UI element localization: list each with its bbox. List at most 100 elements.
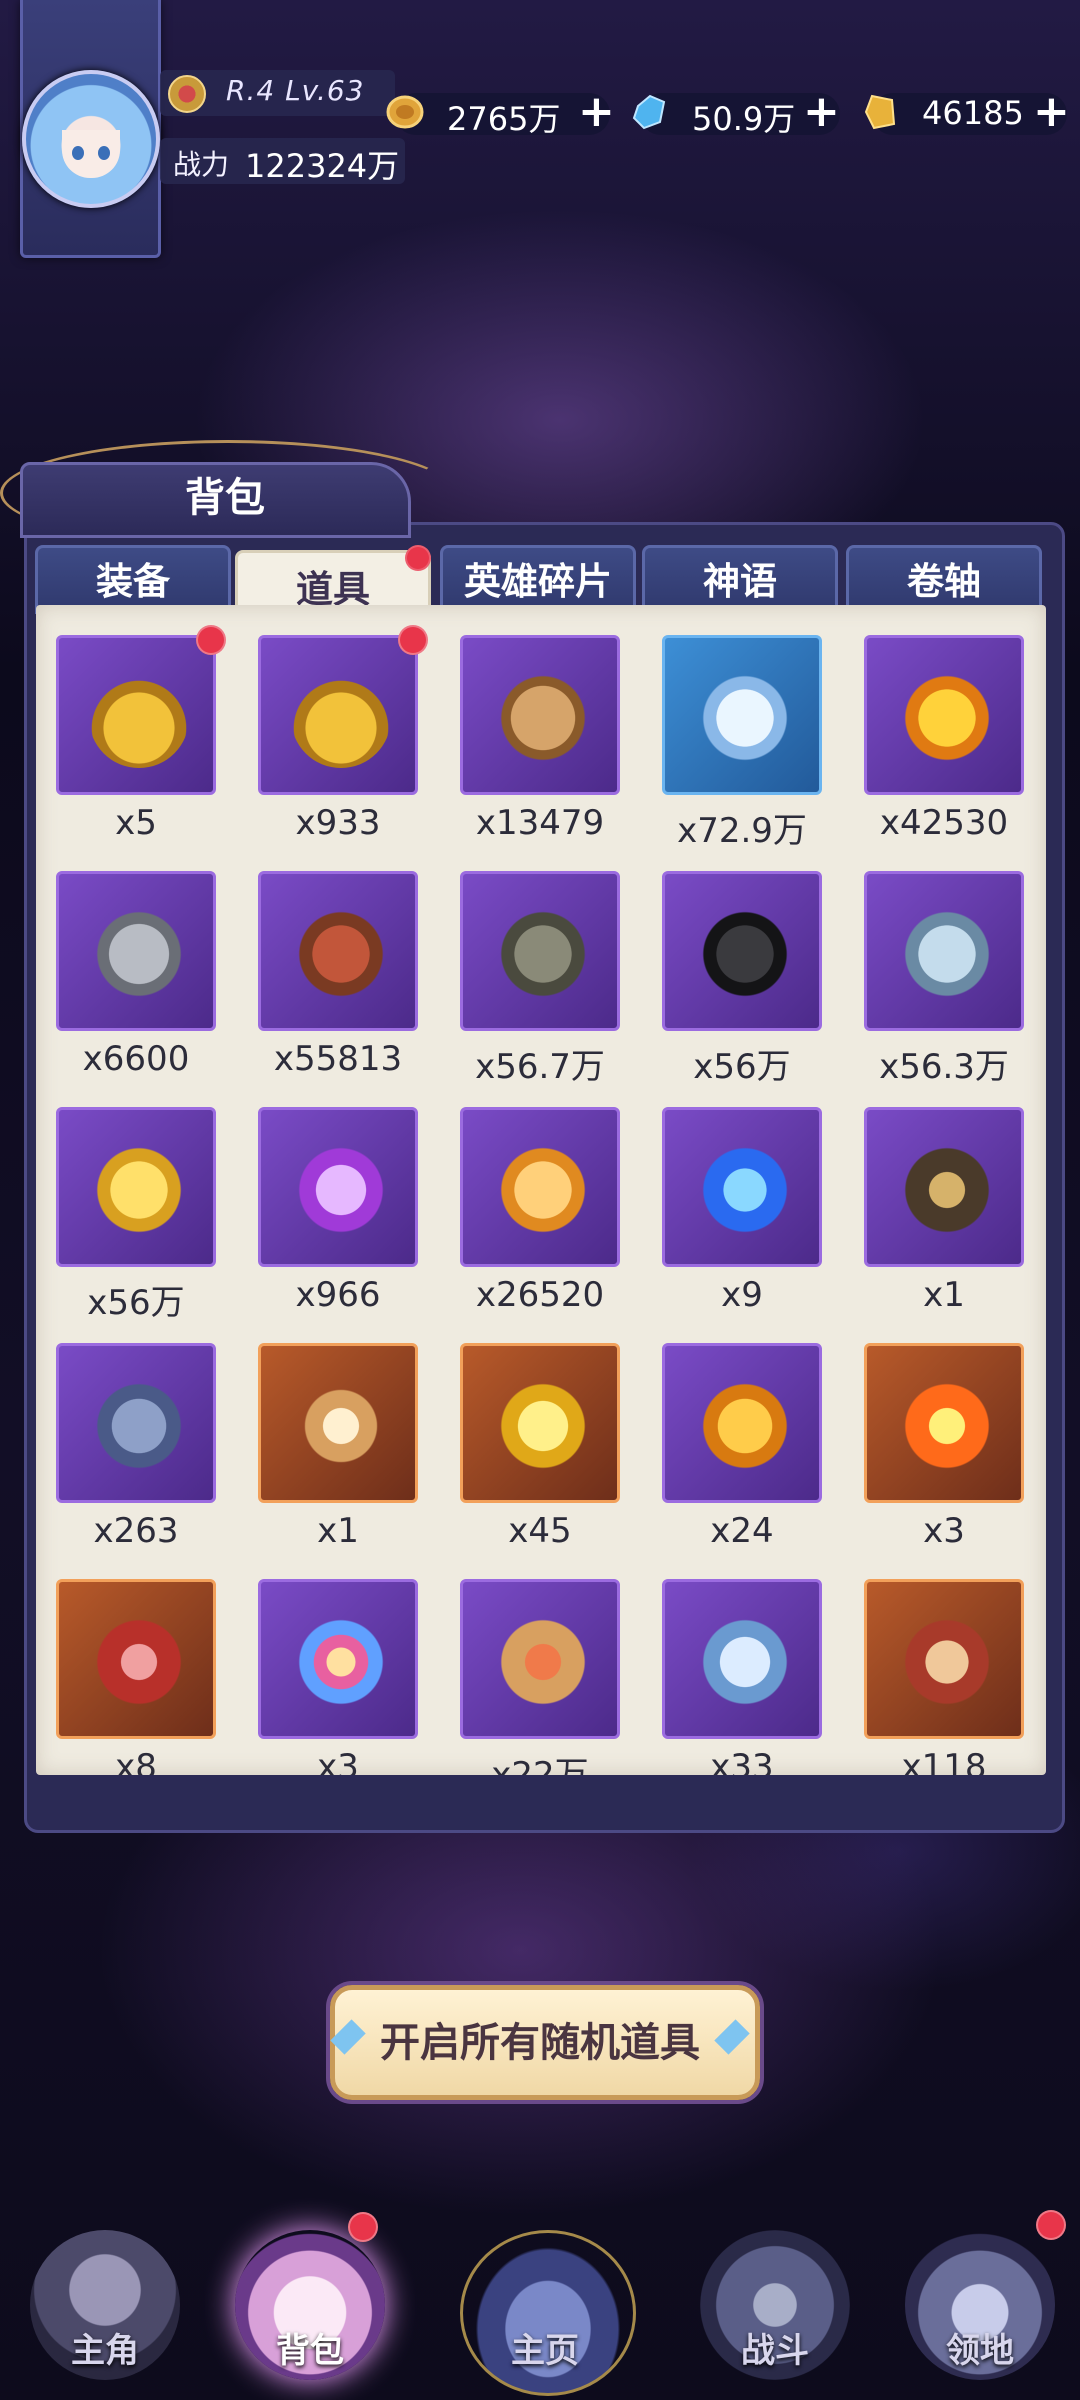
open-all-button-label[interactable]: 开启所有随机道具 [330, 2010, 750, 2068]
winged-emblem-icon [493, 1612, 593, 1712]
item-slot[interactable] [258, 1107, 418, 1267]
tab-equipment[interactable]: 装备 [35, 545, 231, 614]
nav-battle-label[interactable]: 战斗 [690, 2323, 860, 2372]
nav-home-label[interactable]: 主页 [460, 2323, 630, 2372]
item-slot[interactable] [662, 1343, 822, 1503]
item-frame [258, 1107, 418, 1267]
power-label: 战力 [173, 148, 230, 181]
item-quantity: x22万 [491, 1755, 589, 1775]
item-slot[interactable] [258, 1579, 418, 1739]
item-slot[interactable] [258, 871, 418, 1031]
item-slot[interactable] [56, 1343, 216, 1503]
item-quantity: x966 [295, 1275, 381, 1315]
tab-scrolls[interactable]: 卷轴 [846, 545, 1042, 614]
item-frame [662, 635, 822, 795]
nav-bag[interactable] [225, 2220, 395, 2400]
nav-bag-badge [348, 2212, 378, 2242]
item-frame [56, 1107, 216, 1267]
add-gem-button[interactable]: + [1033, 90, 1070, 134]
item-slot[interactable] [258, 1343, 418, 1503]
amber-crystal-icon [493, 1140, 593, 1240]
gold-nugget-icon [89, 1140, 189, 1240]
item-frame [258, 1343, 418, 1503]
avatar[interactable] [22, 70, 160, 208]
item-grid: x5 x933 x13479 x72.9万 x42530 x6600 x55813 x56.7… [36, 605, 1046, 1775]
item-quantity: x5 [115, 803, 157, 843]
copper-medal-icon [291, 904, 391, 1004]
item-quantity: x45 [508, 1511, 572, 1551]
gold-coin-icon [386, 95, 424, 129]
item-slot[interactable] [460, 1107, 620, 1267]
item-frame [864, 1107, 1024, 1267]
item-quantity: x24 [710, 1511, 774, 1551]
item-frame [460, 1343, 620, 1503]
item-slot[interactable] [56, 1107, 216, 1267]
item-slot[interactable] [864, 1107, 1024, 1267]
item-frame [864, 1343, 1024, 1503]
add-crystal-button[interactable]: + [803, 90, 840, 134]
item-quantity: x118 [901, 1747, 987, 1775]
item-quantity: x26520 [475, 1275, 605, 1315]
item-slot[interactable] [460, 871, 620, 1031]
item-quantity: x1 [317, 1511, 359, 1551]
item-slot[interactable] [56, 635, 216, 795]
item-slot[interactable] [258, 635, 418, 795]
nav-territory-label[interactable]: 领地 [895, 2323, 1065, 2372]
item-slot[interactable] [864, 871, 1024, 1031]
item-slot[interactable] [56, 871, 216, 1031]
avatar-face [62, 130, 120, 178]
item-slot[interactable] [864, 635, 1024, 795]
scepter-icon [291, 1376, 391, 1476]
nav-territory[interactable] [895, 2220, 1065, 2400]
item-frame [56, 1579, 216, 1739]
item-frame [864, 635, 1024, 795]
item-slot[interactable] [662, 635, 822, 795]
fire-icon [897, 1376, 997, 1476]
item-quantity: x42530 [879, 803, 1009, 843]
item-slot[interactable] [662, 1107, 822, 1267]
gold-gem-icon [864, 94, 896, 130]
item-slot[interactable] [662, 1579, 822, 1739]
item-frame [258, 871, 418, 1031]
item-quantity: x56万 [693, 1047, 791, 1087]
add-gold-button[interactable]: + [578, 90, 615, 134]
item-slot[interactable] [460, 1579, 620, 1739]
nav-territory-badge [1036, 2210, 1066, 2240]
gold-pile-icon [493, 1376, 593, 1476]
item-quantity: x56.3万 [879, 1047, 1009, 1087]
gem-pouch-icon [89, 668, 189, 768]
anvil-icon [89, 1376, 189, 1476]
item-slot[interactable] [864, 1579, 1024, 1739]
tab-divine-words[interactable]: 神语 [642, 545, 838, 614]
item-slot[interactable] [460, 1343, 620, 1503]
item-quantity: x8 [115, 1747, 157, 1775]
nav-home[interactable] [455, 2220, 636, 2400]
gem-value: 46185 [922, 94, 1024, 132]
item-quantity: x3 [317, 1747, 359, 1775]
tab-hero-shards[interactable]: 英雄碎片 [440, 545, 636, 614]
item-new-badge [196, 625, 226, 655]
nav-bag-label[interactable]: 背包 [225, 2323, 395, 2372]
item-slot[interactable] [864, 1343, 1024, 1503]
panel-title: 背包 [185, 474, 265, 521]
item-quantity: x263 [93, 1511, 179, 1551]
item-frame [662, 1107, 822, 1267]
red-stone-icon [89, 1612, 189, 1712]
player-level: R.4 Lv.63 [226, 74, 365, 107]
nav-hero-label[interactable]: 主角 [20, 2323, 190, 2372]
rank-icon [168, 75, 206, 113]
item-quantity: x1 [923, 1275, 965, 1315]
item-quantity: x56万 [87, 1283, 185, 1323]
nav-battle[interactable] [690, 2220, 860, 2400]
item-frame [864, 1579, 1024, 1739]
item-slot[interactable] [460, 635, 620, 795]
avatar-eye [98, 146, 110, 160]
item-frame [460, 635, 620, 795]
ice-crystal-icon [695, 668, 795, 768]
item-frame [56, 871, 216, 1031]
nav-hero[interactable] [20, 2220, 190, 2400]
item-slot[interactable] [662, 871, 822, 1031]
item-frame [460, 1579, 620, 1739]
item-slot[interactable] [56, 1579, 216, 1739]
orange-potion-icon [695, 1376, 795, 1476]
